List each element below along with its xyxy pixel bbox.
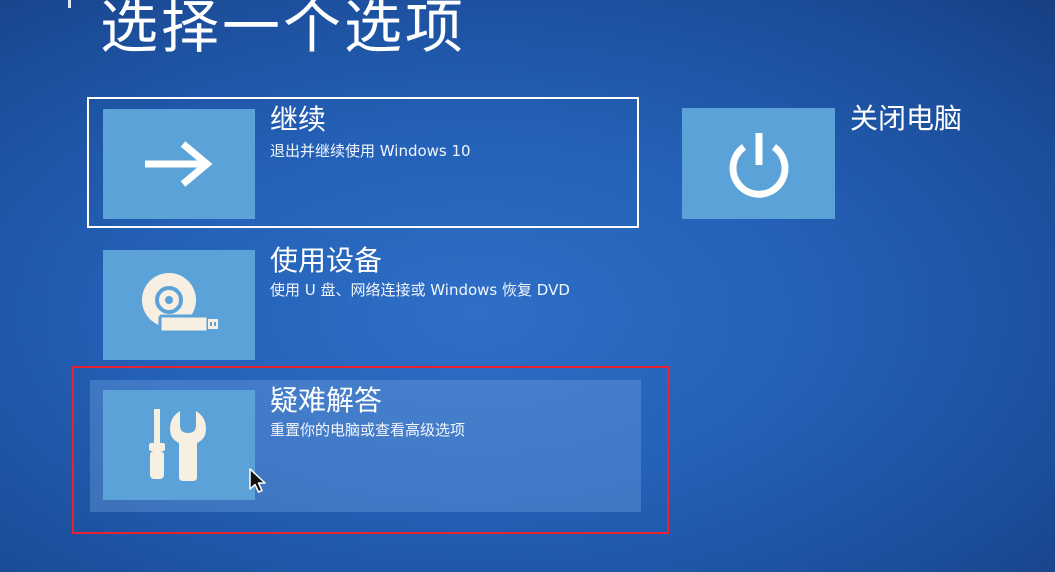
tools-icon [149,409,206,481]
use-device-option[interactable]: 使用设备 使用 U 盘、网络连接或 Windows 恢复 DVD [87,240,639,365]
power-icon [729,132,788,198]
use-device-description: 使用 U 盘、网络连接或 Windows 恢复 DVD [270,281,570,299]
turn-off-option[interactable]: 关闭电脑 [682,102,1012,223]
disc-drive-icon [142,273,218,334]
turn-off-tile [682,108,835,219]
troubleshoot-description: 重置你的电脑或查看高级选项 [270,421,466,439]
use-device-tile [103,250,255,360]
troubleshoot-tile [103,390,255,500]
mouse-cursor-icon [249,468,266,493]
page-title: 选择一个选项 [100,0,467,61]
continue-tile [103,109,255,219]
troubleshoot-title: 疑难解答 [270,384,383,417]
edge-mark [68,0,71,8]
troubleshoot-option[interactable]: 疑难解答 重置你的电脑或查看高级选项 [90,380,641,512]
continue-title: 继续 [270,103,327,136]
arrow-right-icon [145,141,213,187]
turn-off-title: 关闭电脑 [850,102,963,135]
continue-option[interactable]: 继续 退出并继续使用 Windows 10 [87,97,639,228]
use-device-title: 使用设备 [270,244,383,277]
continue-description: 退出并继续使用 Windows 10 [270,142,471,160]
